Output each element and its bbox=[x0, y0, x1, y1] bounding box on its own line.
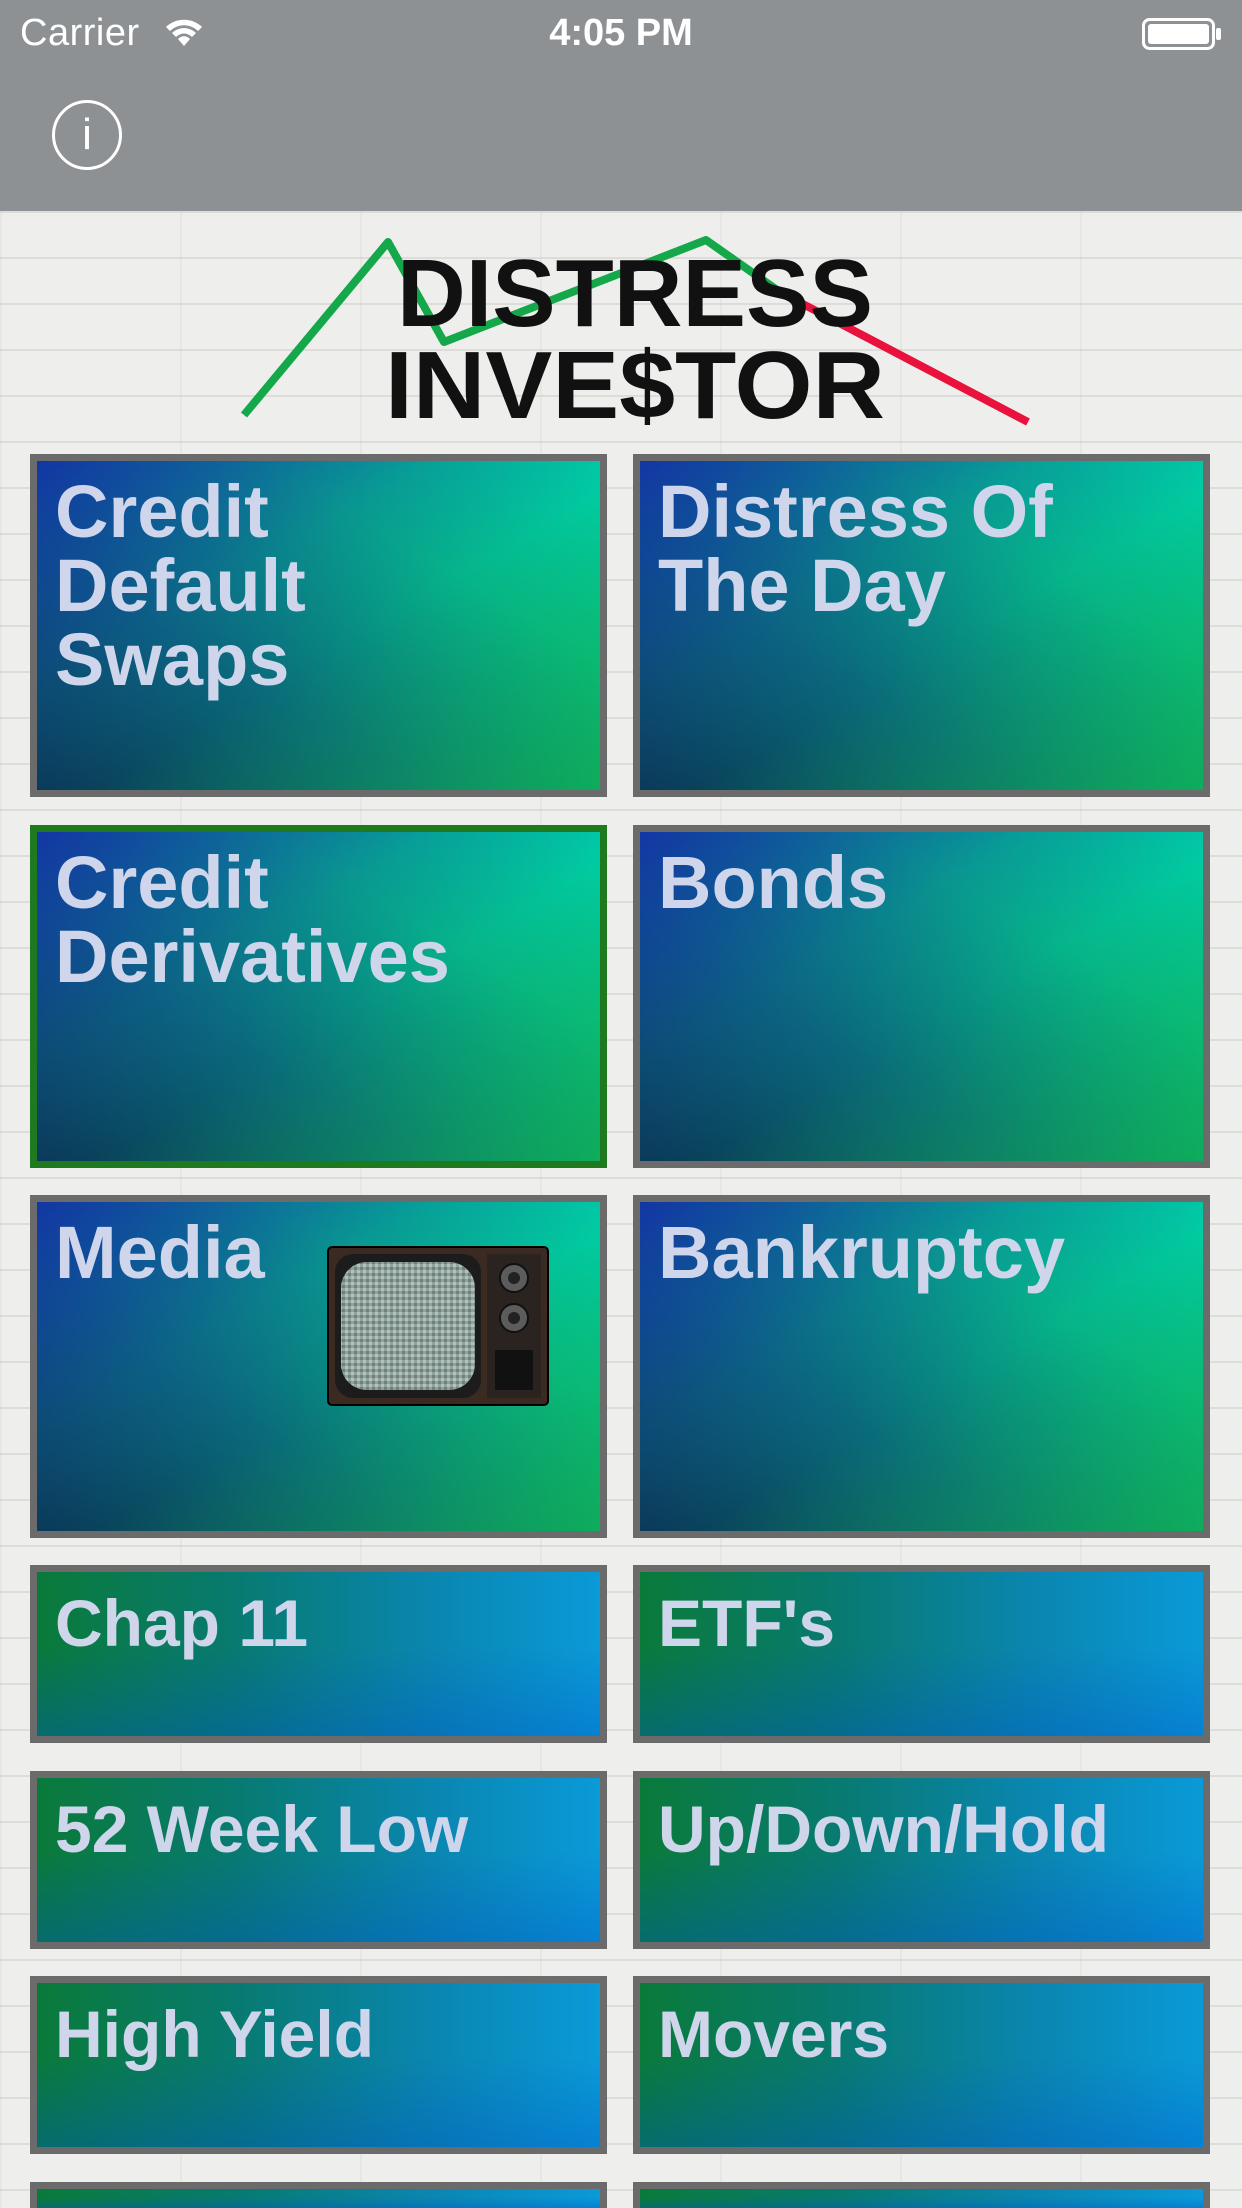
navigation-bar: i bbox=[0, 66, 1242, 211]
tv-icon bbox=[327, 1246, 549, 1406]
tile-52-week-low[interactable]: 52 Week Low bbox=[30, 1771, 607, 1949]
tile-credit-default-swaps[interactable]: Credit Default Swaps bbox=[30, 454, 607, 797]
clock-time: 4:05 PM bbox=[549, 12, 693, 54]
tile-up-down-hold[interactable]: Up/Down/Hold bbox=[633, 1771, 1210, 1949]
tile-distress-of-the-day[interactable]: Distress Of The Day bbox=[633, 454, 1210, 797]
logo-text-investor: INVE$TOR bbox=[385, 332, 885, 435]
tile-high-yield[interactable]: High Yield bbox=[30, 1976, 607, 2154]
tile-movers[interactable]: Movers bbox=[633, 1976, 1210, 2154]
tile-label: Bankruptcy bbox=[658, 1211, 1066, 1294]
tile-bankruptcy[interactable]: Bankruptcy bbox=[633, 1195, 1210, 1538]
tile-chap-11[interactable]: Chap 11 bbox=[30, 1565, 607, 1743]
info-button[interactable]: i bbox=[52, 100, 122, 170]
distress-investor-logo: DISTRESS INVE$TOR bbox=[240, 236, 1030, 435]
tile-label: High Yield bbox=[55, 1997, 375, 2071]
tile-label: ETF's bbox=[658, 1586, 836, 1660]
status-bar: Carrier 4:05 PM bbox=[0, 0, 1242, 66]
tile-partial-left[interactable] bbox=[30, 2182, 607, 2208]
tile-credit-derivatives[interactable]: Credit Derivatives bbox=[30, 825, 607, 1168]
info-icon: i bbox=[82, 110, 92, 159]
tile-label: 52 Week Low bbox=[55, 1792, 469, 1866]
battery-icon bbox=[1142, 18, 1221, 50]
tile-label: Up/Down/Hold bbox=[658, 1792, 1109, 1866]
logo-text-distress: DISTRESS bbox=[397, 240, 873, 347]
tile-label: Credit Derivatives bbox=[55, 841, 450, 998]
tile-label: Movers bbox=[658, 1997, 890, 2071]
tile-partial-right[interactable] bbox=[633, 2182, 1210, 2208]
tile-etfs[interactable]: ETF's bbox=[633, 1565, 1210, 1743]
tile-label: Chap 11 bbox=[55, 1586, 309, 1660]
tile-label: Distress Of The Day bbox=[658, 470, 1053, 627]
home-screen: Carrier 4:05 PM i DISTRESS INVE$TOR Cred… bbox=[0, 0, 1242, 2208]
tile-media[interactable]: Media bbox=[30, 1195, 607, 1538]
tile-bonds[interactable]: Bonds bbox=[633, 825, 1210, 1168]
tile-label: Bonds bbox=[658, 841, 889, 924]
tile-label: Credit Default Swaps bbox=[55, 470, 306, 701]
